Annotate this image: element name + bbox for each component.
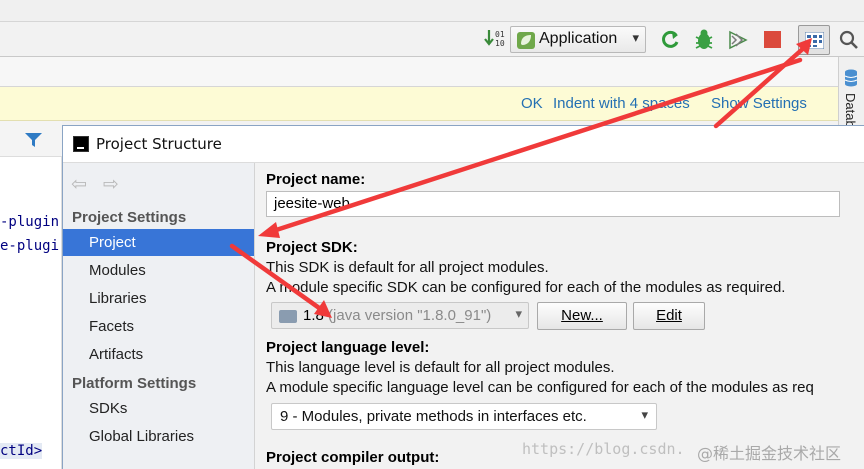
project-sdk-label: Project SDK:: [266, 239, 358, 256]
sort-icon[interactable]: 01 10: [483, 26, 505, 52]
platform-settings-heading: Platform Settings: [72, 375, 197, 392]
stop-icon[interactable]: [764, 31, 781, 48]
code-editor[interactable]: -plugin e-plugi ctId>: [0, 121, 62, 469]
svg-text:10: 10: [495, 39, 505, 48]
search-icon[interactable]: [838, 29, 860, 51]
debug-bug-icon[interactable]: [693, 28, 715, 52]
coverage-icon[interactable]: [727, 29, 749, 51]
chevron-down-icon: ▾: [632, 31, 639, 46]
sidebar-item-libraries[interactable]: Libraries: [63, 285, 254, 312]
dialog-title-bar[interactable]: Project Structure: [63, 126, 864, 163]
show-settings-link[interactable]: Show Settings: [711, 95, 807, 112]
edit-sdk-button[interactable]: Edit: [633, 302, 705, 330]
dialog-title: Project Structure: [96, 135, 222, 153]
database-tool-window-label[interactable]: Datab: [843, 93, 858, 128]
ide-title-bar: [0, 0, 864, 22]
chevron-down-icon: ▾: [515, 307, 522, 322]
project-name-input[interactable]: jeesite-web: [266, 191, 840, 217]
language-level-selected-value: 9 - Modules, private methods in interfac…: [280, 408, 587, 425]
project-structure-button[interactable]: [798, 25, 830, 55]
code-line: ctId>: [0, 443, 43, 459]
project-sdk-dropdown[interactable]: 1.8 (java version "1.8.0_91") ▾: [271, 302, 529, 329]
database-icon[interactable]: [844, 69, 858, 87]
chevron-down-icon: ▾: [641, 408, 648, 423]
indent-with-spaces-link[interactable]: Indent with 4 spaces: [553, 95, 690, 112]
sdk-description-line-1: This SDK is default for all project modu…: [266, 259, 549, 276]
sidebar-item-sdks[interactable]: SDKs: [63, 395, 254, 422]
forward-arrow-icon[interactable]: ⇨: [103, 173, 119, 195]
sidebar-item-modules[interactable]: Modules: [63, 257, 254, 284]
sidebar-item-facets[interactable]: Facets: [63, 313, 254, 340]
sdk-description-line-2: A module specific SDK can be configured …: [266, 279, 786, 296]
sdk-version: 1.8: [303, 307, 324, 324]
svg-text:01: 01: [495, 30, 505, 39]
intellij-logo-icon: [73, 136, 89, 152]
sidebar-item-global-libraries[interactable]: Global Libraries: [63, 423, 254, 450]
code-line: e-plugi: [0, 238, 60, 254]
language-level-description-line-1: This language level is default for all p…: [266, 359, 615, 376]
project-name-label: Project name:: [266, 171, 366, 188]
editor-tab-strip: [0, 57, 838, 87]
compiler-output-label: Project compiler output:: [266, 449, 440, 466]
dialog-sidebar: ⇦ ⇨ Project Settings Project Modules Lib…: [63, 163, 255, 469]
filter-icon[interactable]: [25, 132, 42, 148]
project-structure-icon: [805, 32, 824, 49]
run-configuration-dropdown[interactable]: Application ▾: [510, 26, 646, 53]
language-level-dropdown[interactable]: 9 - Modules, private methods in interfac…: [271, 403, 657, 430]
language-level-label: Project language level:: [266, 339, 430, 356]
folder-icon: [279, 310, 297, 323]
sidebar-item-artifacts[interactable]: Artifacts: [63, 341, 254, 368]
sidebar-item-project[interactable]: Project: [63, 229, 254, 256]
spring-leaf-icon: [517, 32, 535, 49]
project-structure-dialog: Project Structure ⇦ ⇨ Project Settings P…: [62, 125, 864, 469]
project-settings-heading: Project Settings: [72, 209, 187, 226]
project-settings-panel: Project name: jeesite-web Project SDK: T…: [256, 163, 864, 469]
notification-ok-link[interactable]: OK: [521, 95, 543, 112]
new-sdk-button[interactable]: New...: [537, 302, 627, 330]
code-line: -plugin: [0, 214, 60, 230]
sdk-version-detail: (java version "1.8.0_91"): [323, 307, 492, 324]
watermark-url: https://blog.csdn.: [522, 440, 685, 458]
notification-bar: OK Indent with 4 spaces Show Settings: [0, 87, 838, 121]
watermark-site: @稀土掘金技术社区: [697, 444, 842, 463]
sdk-selected-value: 1.8 (java version "1.8.0_91"): [303, 307, 491, 324]
run-configuration-label: Application: [539, 30, 618, 47]
editor-tool-row: [0, 121, 62, 157]
rerun-icon[interactable]: [660, 29, 682, 51]
language-level-description-line-2: A module specific language level can be …: [266, 379, 814, 396]
back-arrow-icon[interactable]: ⇦: [71, 173, 87, 195]
